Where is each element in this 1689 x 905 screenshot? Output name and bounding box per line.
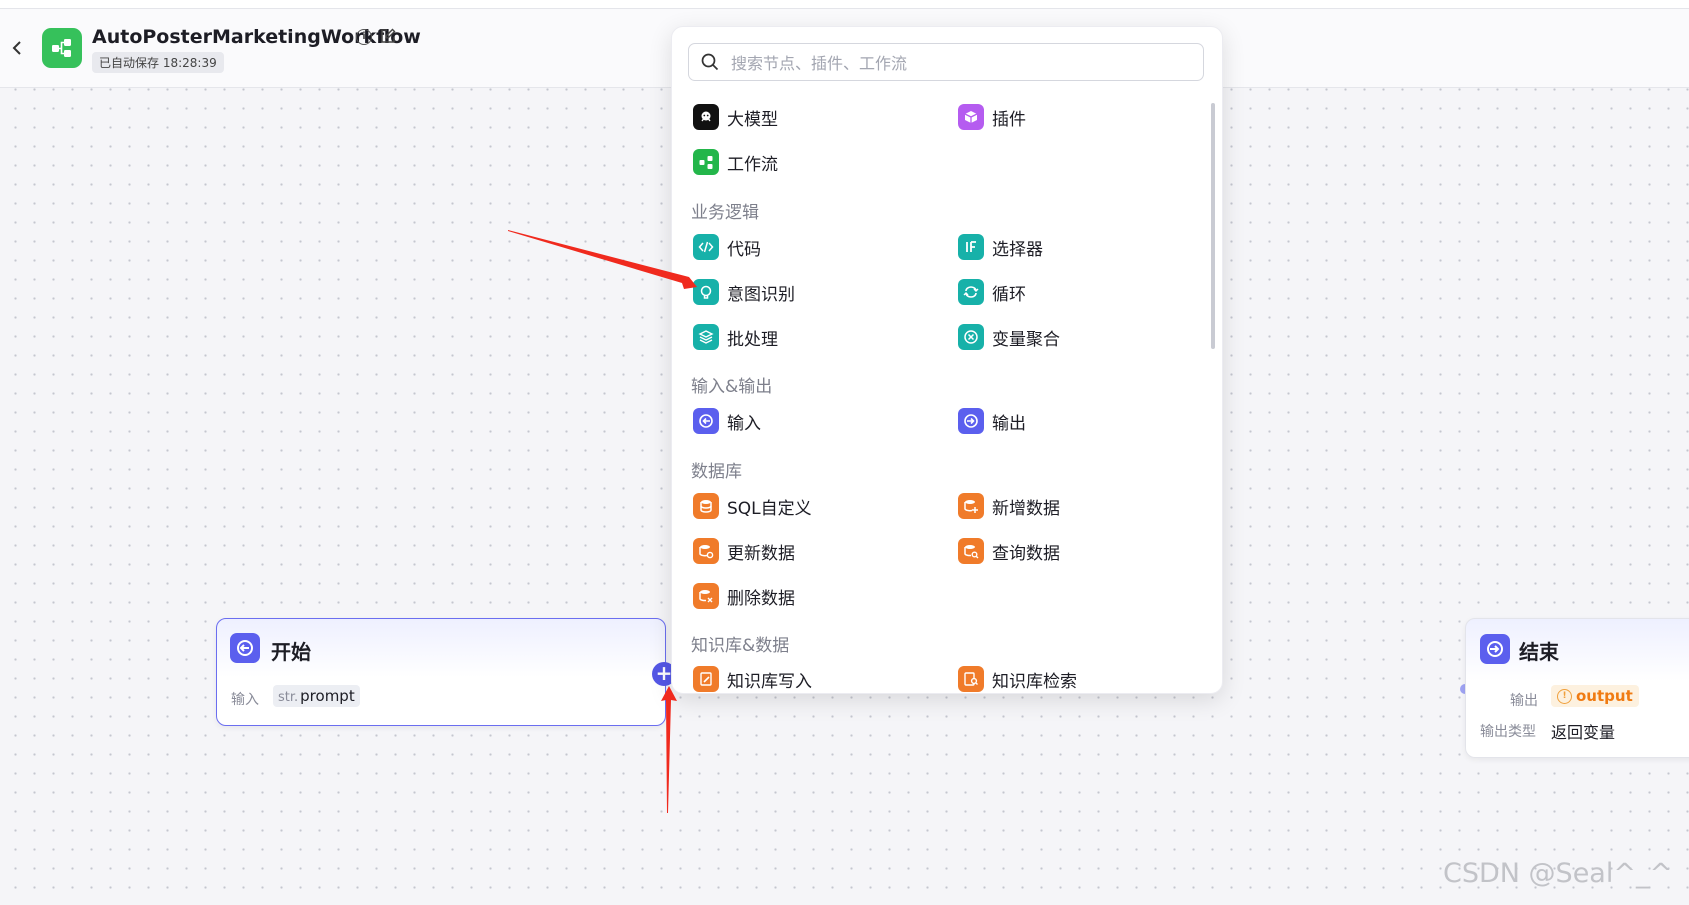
node-item-label: 大模型 — [727, 109, 778, 130]
node-item-label: 删除数据 — [727, 588, 795, 609]
node-item-label: 变量聚合 — [992, 329, 1060, 350]
section-title-database: 数据库 — [691, 462, 742, 482]
node-item-loop[interactable]: 循环 — [958, 277, 1026, 307]
node-item-label: 工作流 — [727, 154, 778, 175]
output-var: output — [1576, 687, 1633, 705]
node-item-kb-write[interactable]: 知识库写入 — [693, 664, 812, 693]
db-update-icon — [693, 538, 719, 564]
node-search-box[interactable] — [688, 43, 1204, 82]
end-node[interactable]: 结束 输出 ! output 输出类型 返回变量 — [1465, 618, 1689, 758]
node-item-label: 更新数据 — [727, 543, 795, 564]
end-node-title: 结束 — [1519, 640, 1559, 664]
workflow-logo-icon — [42, 28, 82, 68]
node-item-label: 循环 — [992, 284, 1026, 305]
param-name: prompt — [300, 687, 355, 705]
if-icon — [958, 234, 984, 260]
panel-scrollbar[interactable] — [1211, 103, 1215, 349]
aggregate-icon — [958, 324, 984, 350]
search-input[interactable] — [729, 44, 1193, 82]
node-item-db-update[interactable]: 更新数据 — [693, 536, 795, 566]
node-item-label: 查询数据 — [992, 543, 1060, 564]
end-output-label: 输出 — [1510, 693, 1538, 709]
node-item-code[interactable]: 代码 — [693, 232, 761, 262]
input-icon — [693, 408, 719, 434]
start-param-tag: str. prompt — [273, 685, 360, 707]
end-output-type-value: 返回变量 — [1551, 723, 1616, 742]
node-item-workflow[interactable]: 工作流 — [693, 147, 778, 177]
node-item-label: 插件 — [992, 109, 1026, 130]
edit-icon[interactable] — [380, 28, 398, 46]
node-item-db-query[interactable]: 查询数据 — [958, 536, 1060, 566]
db-delete-icon — [693, 583, 719, 609]
node-item-output[interactable]: 输出 — [958, 406, 1026, 436]
autosave-status: 已自动保存 18:28:39 — [92, 52, 224, 73]
node-item-label: 意图识别 — [727, 284, 795, 305]
node-item-selector[interactable]: 选择器 — [958, 232, 1043, 262]
node-item-label: 输入 — [727, 413, 761, 434]
node-item-input[interactable]: 输入 — [693, 406, 761, 436]
node-item-label: 知识库写入 — [727, 671, 812, 692]
db-add-icon — [958, 493, 984, 519]
intent-icon — [693, 279, 719, 305]
section-title-knowledge: 知识库&数据 — [691, 636, 790, 656]
warning-icon: ! — [1557, 688, 1572, 704]
node-item-intent[interactable]: 意图识别 — [693, 277, 795, 307]
arrow-to-intent — [508, 230, 697, 289]
node-item-db-add[interactable]: 新增数据 — [958, 491, 1060, 521]
sql-icon — [693, 493, 719, 519]
node-item-aggregate[interactable]: 变量聚合 — [958, 322, 1060, 352]
section-title-logic: 业务逻辑 — [691, 203, 759, 223]
top-strip — [0, 0, 1689, 9]
section-title-io: 输入&输出 — [691, 377, 773, 397]
loop-icon — [958, 279, 984, 305]
node-item-label: 知识库检索 — [992, 671, 1077, 692]
code-icon — [693, 234, 719, 260]
end-output-type-label: 输出类型 — [1480, 724, 1536, 740]
node-item-label: 批处理 — [727, 329, 778, 350]
node-item-label: 新增数据 — [992, 498, 1060, 519]
add-node-panel: 大模型 插件 工作流 业务逻辑 代码 选择器 意图识别 循环 批处理 变量聚合 … — [671, 26, 1223, 694]
info-icon[interactable]: i — [356, 29, 372, 45]
llm-icon — [693, 104, 719, 130]
start-icon — [230, 633, 260, 663]
node-item-db-delete[interactable]: 删除数据 — [693, 581, 795, 611]
back-icon[interactable] — [8, 35, 26, 61]
node-item-sql[interactable]: SQL自定义 — [693, 491, 812, 521]
output-icon — [958, 408, 984, 434]
end-output-tag: ! output — [1551, 685, 1639, 707]
start-node[interactable]: 开始 输入 str. prompt — [216, 618, 666, 726]
plugin-icon — [958, 104, 984, 130]
node-item-label: 输出 — [992, 413, 1026, 434]
node-item-llm[interactable]: 大模型 — [693, 102, 778, 132]
kb-write-icon — [693, 666, 719, 692]
end-icon — [1480, 634, 1510, 664]
batch-icon — [693, 324, 719, 350]
kb-search-icon — [958, 666, 984, 692]
workflow-icon — [693, 149, 719, 175]
node-item-plugin[interactable]: 插件 — [958, 102, 1026, 132]
node-item-label: SQL自定义 — [727, 498, 812, 519]
node-item-kb-search[interactable]: 知识库检索 — [958, 664, 1077, 693]
param-type: str. — [278, 690, 299, 705]
watermark: CSDN @Seal^_^ — [1443, 858, 1673, 889]
node-item-label: 代码 — [727, 239, 761, 260]
search-icon — [701, 53, 719, 71]
db-query-icon — [958, 538, 984, 564]
start-node-title: 开始 — [271, 640, 311, 664]
node-item-label: 选择器 — [992, 239, 1043, 260]
node-item-batch[interactable]: 批处理 — [693, 322, 778, 352]
start-input-label: 输入 — [231, 692, 259, 708]
